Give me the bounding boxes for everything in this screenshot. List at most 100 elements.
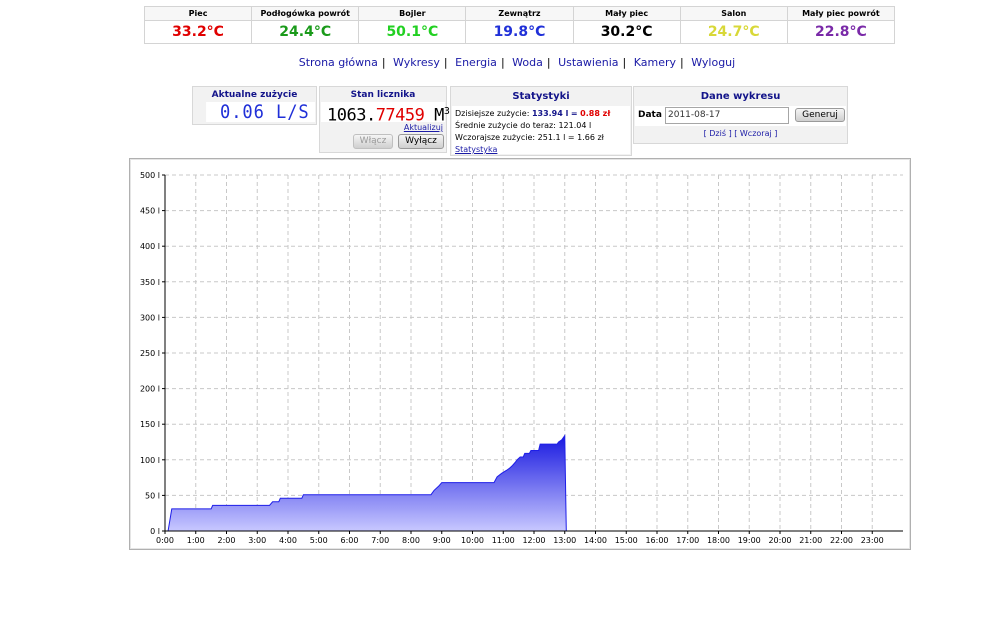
y-tick-label: 350 l <box>140 278 160 287</box>
x-tick-label: 3:00 <box>248 536 266 545</box>
meter-title: Stan licznika <box>350 90 416 100</box>
nav-separator: | <box>443 56 448 69</box>
meter-panel: Stan licznika 1063.77459 M3 Aktualizuj W… <box>319 86 450 153</box>
x-tick-label: 21:00 <box>799 536 822 545</box>
current-usage-display: 0.06 L/S <box>206 102 315 122</box>
nav-link-settings[interactable]: Ustawienia <box>558 56 618 69</box>
turn-on-button[interactable]: Włącz <box>353 134 393 149</box>
stat-today-equals: = <box>570 109 578 118</box>
x-tick-label: 18:00 <box>707 536 730 545</box>
temp-value: 33.2°C <box>143 20 253 44</box>
x-tick-label: 12:00 <box>522 536 545 545</box>
x-tick-label: 4:00 <box>279 536 297 545</box>
x-tick-label: 13:00 <box>553 536 576 545</box>
stat-today-line: Dzisiejsze zużycie: 133.94 l = 0.88 zł <box>455 108 628 120</box>
temp-value: 50.1°C <box>358 20 467 44</box>
statistics-link[interactable]: Statystyka <box>455 145 497 154</box>
y-tick-label: 250 l <box>140 349 160 358</box>
nav-link-home[interactable]: Strona główna <box>299 56 378 69</box>
water-usage-area <box>167 434 567 532</box>
x-tick-label: 2:00 <box>218 536 236 545</box>
x-tick-label: 17:00 <box>676 536 699 545</box>
nav-link-logout[interactable]: Wyloguj <box>691 56 735 69</box>
nav-separator: | <box>500 56 505 69</box>
x-tick-label: 16:00 <box>645 536 668 545</box>
temperature-header-row: Piec Podłogówka powrót Bojler Zewnątrz M… <box>143 6 896 21</box>
stat-today-value: 133.94 l <box>531 109 569 118</box>
meter-unit-exponent: 3 <box>443 106 450 117</box>
current-usage-title: Aktualne zużycie <box>211 90 298 100</box>
x-tick-label: 11:00 <box>492 536 515 545</box>
chart-series <box>167 434 567 532</box>
x-tick-label: 6:00 <box>341 536 359 545</box>
quick-date-links: [ Dziś ] [ Wczoraj ] <box>634 129 847 138</box>
statistics-title: Statystyki <box>512 91 570 102</box>
y-tick-label: 100 l <box>140 456 160 465</box>
statistics-body: Dzisiejsze zużycie: 133.94 l = 0.88 zł Ś… <box>452 106 630 154</box>
temp-value: 24.4°C <box>251 20 360 44</box>
temp-value: 19.8°C <box>465 20 574 44</box>
chart-data-title: Dane wykresu <box>700 91 781 102</box>
nav-link-energy[interactable]: Energia <box>455 56 497 69</box>
temperature-value-row: 33.2°C 24.4°C 50.1°C 19.8°C 30.2°C 24.7°… <box>143 20 896 44</box>
water-usage-chart: 0 l 50 l 100 l 150 l 200 l 250 l 300 l 350 l 400… <box>129 158 911 550</box>
nav-link-water[interactable]: Woda <box>512 56 543 69</box>
stat-average-line: Średnie zużycie do teraz: 121.04 l <box>455 121 592 130</box>
today-link[interactable]: [ Dziś ] <box>704 129 732 138</box>
y-tick-label: 50 l <box>145 491 160 500</box>
stat-today-cost: 0.88 zł <box>580 109 611 118</box>
x-tick-label: 22:00 <box>830 536 853 545</box>
y-tick-label: 0 l <box>150 527 160 536</box>
nav-separator: | <box>546 56 551 69</box>
main-nav: Strona główna | Wykresy | Energia | Woda | U… <box>0 56 1000 69</box>
temp-value: 30.2°C <box>572 20 681 44</box>
temp-label-bojler: Bojler <box>358 6 467 21</box>
temp-label-zewnatrz: Zewnątrz <box>465 6 574 21</box>
y-tick-label: 500 l <box>140 171 160 180</box>
x-tick-label: 19:00 <box>738 536 761 545</box>
x-tick-label: 15:00 <box>615 536 638 545</box>
nav-link-cameras[interactable]: Kamery <box>634 56 676 69</box>
temp-value: 22.8°C <box>786 20 896 44</box>
temp-value: 24.7°C <box>679 20 788 44</box>
chart-data-panel: Dane wykresu Data 2011-08-17 Generuj [ D… <box>633 86 848 144</box>
date-input[interactable]: 2011-08-17 <box>665 107 789 124</box>
y-tick-label: 450 l <box>140 207 160 216</box>
nav-separator: | <box>622 56 627 69</box>
x-tick-label: 14:00 <box>584 536 607 545</box>
x-axis-ticks: 0:00 1:00 2:00 3:00 4:00 5:00 6:00 7:00 8:00 9:00… <box>156 531 884 545</box>
meter-display: 1063.77459 M3 <box>321 102 450 126</box>
generate-button[interactable]: Generuj <box>795 108 845 122</box>
x-tick-label: 7:00 <box>371 536 389 545</box>
yesterday-link[interactable]: [ Wczoraj ] <box>734 129 777 138</box>
y-tick-label: 200 l <box>140 385 160 394</box>
y-tick-label: 150 l <box>140 420 160 429</box>
temperature-table: Piec Podłogówka powrót Bojler Zewnątrz M… <box>143 6 896 44</box>
temp-label-maly-piec-powrot: Mały piec powrót <box>786 6 896 21</box>
x-tick-label: 23:00 <box>861 536 884 545</box>
date-label: Data <box>638 110 662 120</box>
temp-label-podlogowka: Podłogówka powrót <box>251 6 360 21</box>
current-usage-panel: Aktualne zużycie 0.06 L/S <box>192 86 317 125</box>
temp-label-piec: Piec <box>143 6 253 21</box>
turn-off-button[interactable]: Wyłącz <box>398 134 444 149</box>
x-tick-label: 20:00 <box>768 536 791 545</box>
x-tick-label: 8:00 <box>402 536 420 545</box>
x-tick-label: 1:00 <box>187 536 205 545</box>
stat-today-label: Dzisiejsze zużycie: <box>455 109 530 118</box>
date-row: Data 2011-08-17 Generuj <box>635 106 846 126</box>
y-axis-ticks: 0 l 50 l 100 l 150 l 200 l 250 l 300 l 350 l 400… <box>140 171 165 536</box>
nav-link-charts[interactable]: Wykresy <box>393 56 440 69</box>
y-tick-label: 300 l <box>140 313 160 322</box>
refresh-link[interactable]: Aktualizuj <box>404 123 443 132</box>
chart-svg: 0 l 50 l 100 l 150 l 200 l 250 l 300 l 350 l 400… <box>140 171 903 545</box>
nav-separator: | <box>381 56 386 69</box>
x-tick-label: 0:00 <box>156 536 174 545</box>
meter-value-integer: 1063. <box>327 105 376 126</box>
x-tick-label: 5:00 <box>310 536 328 545</box>
nav-separator: | <box>680 56 684 69</box>
temp-label-maly-piec: Mały piec <box>572 6 681 21</box>
stat-yesterday-line: Wczorajsze zużycie: 251.1 l = 1.66 zł <box>455 133 604 142</box>
x-tick-label: 9:00 <box>433 536 451 545</box>
statistics-panel: Statystyki Dzisiejsze zużycie: 133.94 l … <box>450 86 632 156</box>
